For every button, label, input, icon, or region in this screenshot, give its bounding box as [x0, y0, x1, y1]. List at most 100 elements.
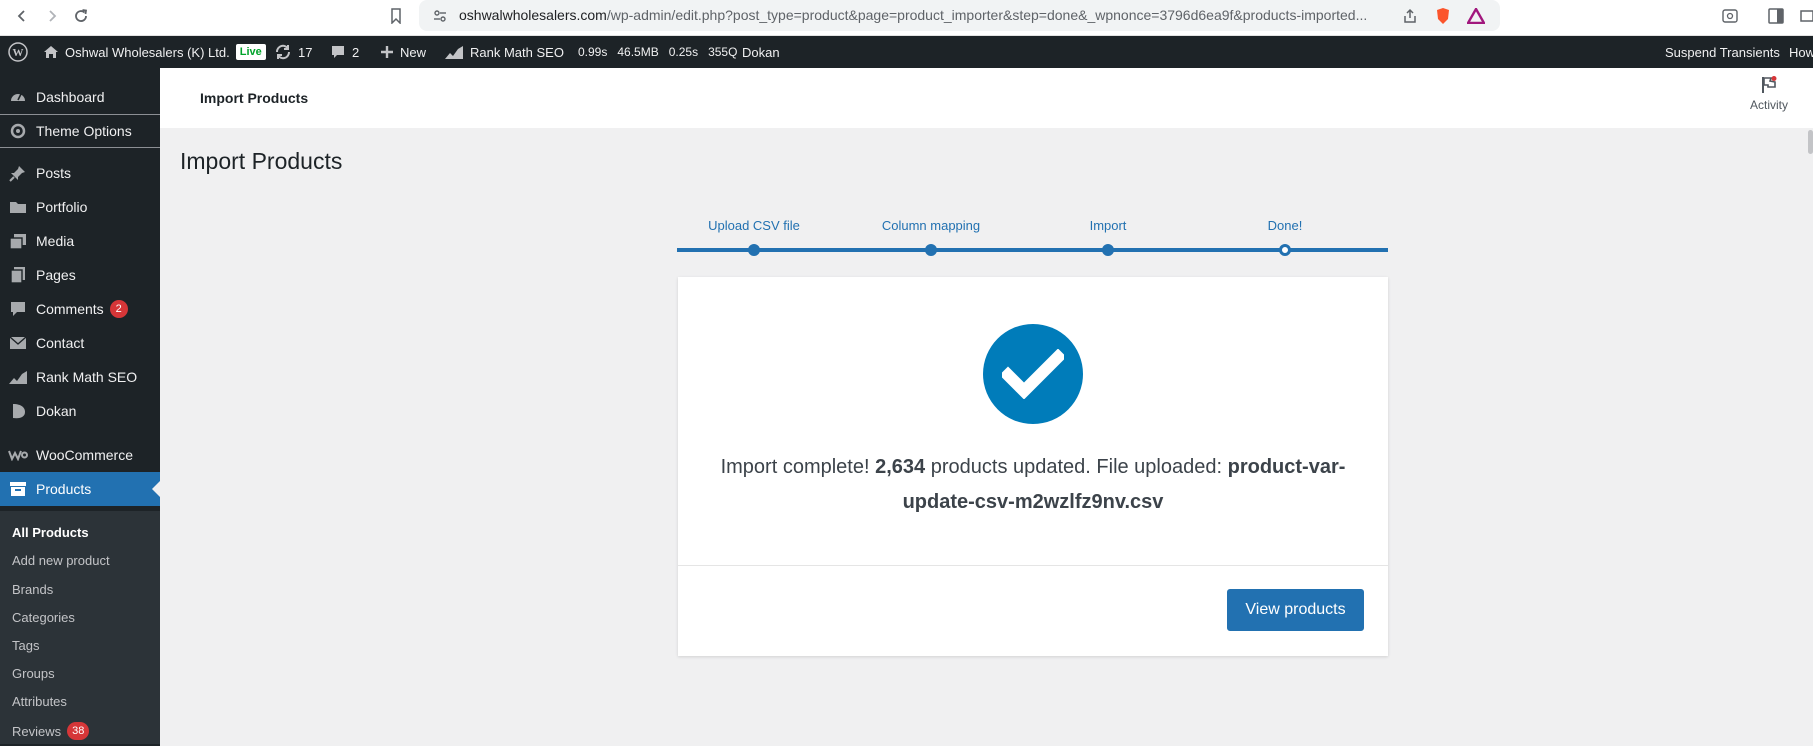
query-monitor-link[interactable]: 0.99s 46.5MB 0.25s 355Q [578, 36, 737, 68]
checkmark-icon [983, 324, 1083, 424]
plus-icon [381, 46, 393, 58]
message-mid: products updated. File uploaded: [925, 456, 1228, 478]
products-submenu: All Products Add new product Brands Cate… [0, 511, 160, 744]
new-label: New [400, 44, 427, 60]
import-complete-message: Import complete! 2,634 products updated.… [698, 450, 1368, 520]
step-dot-current [1279, 244, 1291, 256]
suspend-transients-link[interactable]: Suspend Transients [1665, 36, 1780, 68]
submenu-attributes[interactable]: Attributes [12, 694, 67, 709]
message-prefix: Import complete! [720, 456, 876, 478]
step-upload-csv: Upload CSV file [708, 218, 800, 233]
step-dot [925, 244, 937, 256]
browser-toolbar: oshwalwholesalers.com/wp-admin/edit.php?… [0, 0, 1813, 36]
sidebar-item-label: Dashboard [36, 89, 105, 105]
sidebar-item-portfolio[interactable]: Portfolio [0, 190, 160, 224]
updates-count: 17 [298, 44, 313, 60]
sidebar-item-label: WooCommerce [36, 447, 133, 463]
submenu-reviews[interactable]: Reviews 38 [12, 722, 90, 740]
woo-icon [0, 449, 36, 461]
sidebar-item-label: Dokan [36, 403, 77, 419]
tab-search-icon[interactable] [1718, 4, 1742, 28]
site-name-link[interactable]: Oshwal Wholesalers (K) Ltd. Live [43, 36, 266, 68]
site-settings-icon[interactable] [429, 5, 451, 27]
comments-count: 2 [352, 44, 360, 60]
sidebar-item-dashboard[interactable]: Dashboard [0, 80, 160, 114]
breadcrumb: Import Products [200, 90, 309, 106]
card-divider [678, 565, 1388, 566]
sidebar-item-products[interactable]: Products [0, 472, 160, 506]
admin-bar: W Oshwal Wholesalers (K) Ltd. Live 17 2 … [0, 36, 1813, 68]
submenu-groups[interactable]: Groups [12, 666, 55, 681]
sidebar-item-rank-math[interactable]: Rank Math SEO [0, 360, 160, 394]
scrollbar-thumb[interactable] [1808, 130, 1813, 154]
chart-icon [0, 369, 36, 385]
submenu-add-new-product[interactable]: Add new product [12, 553, 110, 568]
rank-math-label: Rank Math SEO [470, 44, 564, 60]
sidebar-item-posts[interactable]: Posts [0, 156, 160, 190]
flag-icon [1762, 76, 1777, 93]
perf-time: 0.99s [578, 45, 608, 59]
share-icon[interactable] [1399, 5, 1421, 27]
dokan-icon [0, 402, 36, 420]
folder-icon [0, 199, 36, 215]
admin-sidebar: Dashboard Theme Options Posts Portfolio … [0, 68, 160, 746]
updated-count: 2,634 [875, 456, 926, 478]
sidebar-item-label: Portfolio [36, 199, 88, 215]
new-content-link[interactable]: New [380, 36, 426, 68]
back-icon[interactable] [10, 4, 34, 28]
gear-icon [0, 122, 36, 140]
sidebar-toggle-icon[interactable] [1764, 4, 1788, 28]
import-done-card: Import complete! 2,634 products updated.… [678, 277, 1388, 656]
sidebar-item-theme-options[interactable]: Theme Options [0, 114, 160, 148]
pin-icon [0, 164, 36, 182]
reload-icon[interactable] [69, 4, 93, 28]
sidebar-item-label: Posts [36, 165, 72, 181]
sidebar-item-label: Media [36, 233, 75, 249]
perf-memory: 46.5MB [617, 45, 659, 59]
sidebar-item-contact[interactable]: Contact [0, 326, 160, 360]
sidebar-item-label: Contact [36, 335, 85, 351]
forward-icon[interactable] [40, 4, 64, 28]
pages-icon [0, 266, 36, 284]
sidebar-item-woocommerce[interactable]: WooCommerce [0, 438, 160, 472]
sidebar-item-pages[interactable]: Pages [0, 258, 160, 292]
submenu-categories[interactable]: Categories [12, 610, 75, 625]
reviews-badge: 38 [67, 722, 90, 740]
wordpress-logo-icon[interactable]: W [8, 36, 28, 68]
url-path: /wp-admin/edit.php?post_type=product&pag… [606, 7, 1368, 23]
updates-icon [275, 44, 291, 60]
view-products-button[interactable]: View products [1227, 589, 1364, 631]
perf-queries: 355Q [708, 45, 738, 59]
comments-link[interactable]: 2 [330, 36, 359, 68]
step-done: Done! [1267, 218, 1303, 233]
archive-icon [0, 481, 36, 497]
submenu-all-products[interactable]: All Products [12, 525, 89, 540]
address-bar[interactable]: oshwalwholesalers.com/wp-admin/edit.php?… [419, 0, 1500, 31]
menu-icon[interactable] [1795, 4, 1813, 28]
sidebar-item-media[interactable]: Media [0, 224, 160, 258]
dokan-link[interactable]: Dokan [742, 36, 780, 68]
site-name: Oshwal Wholesalers (K) Ltd. [65, 44, 230, 60]
dokan-label: Dokan [742, 44, 780, 60]
suspend-label: Suspend Transients [1665, 44, 1780, 60]
rank-math-link[interactable]: Rank Math SEO [444, 36, 564, 68]
sidebar-item-label: Pages [36, 267, 76, 283]
submenu-brands[interactable]: Brands [12, 582, 53, 597]
sidebar-item-dokan[interactable]: Dokan [0, 394, 160, 428]
howdy-link[interactable]: How [1789, 36, 1813, 68]
sidebar-item-comments[interactable]: Comments 2 [0, 292, 160, 326]
step-import: Import [1089, 218, 1127, 233]
brave-shield-icon[interactable] [1432, 5, 1454, 27]
howdy-label: How [1789, 44, 1813, 60]
activity-button[interactable]: Activity [1745, 76, 1793, 112]
step-dot [748, 244, 760, 256]
brave-rewards-icon[interactable] [1465, 5, 1487, 27]
woocommerce-header: Import Products Activity [160, 68, 1813, 128]
url-host: oshwalwholesalers.com [459, 7, 607, 23]
submenu-tags[interactable]: Tags [12, 638, 39, 653]
media-icon [0, 232, 36, 250]
bookmark-icon[interactable] [384, 4, 408, 28]
sidebar-item-label: Comments [36, 301, 104, 317]
updates-link[interactable]: 17 [274, 36, 312, 68]
comments-badge: 2 [109, 300, 128, 318]
